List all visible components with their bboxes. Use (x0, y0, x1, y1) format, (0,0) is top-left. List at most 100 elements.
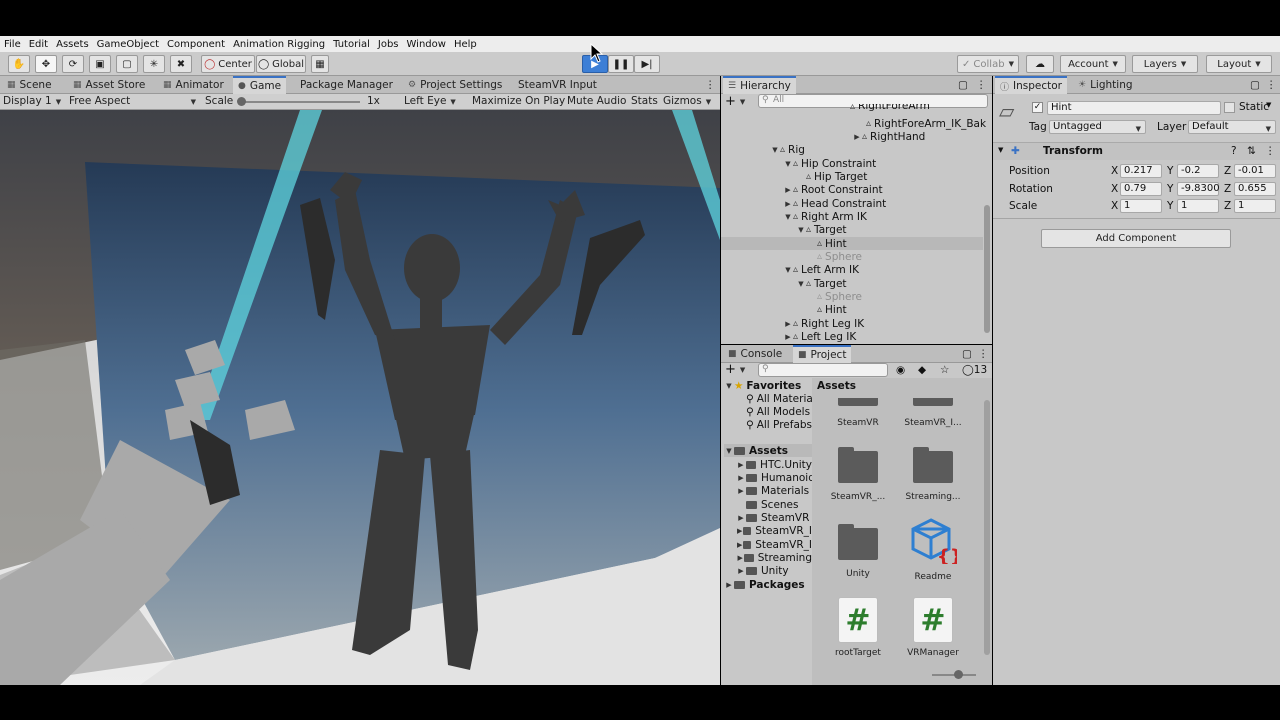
panel-menu-icon[interactable]: ⋮ (973, 345, 994, 363)
packages-root[interactable]: ▶ Packages (724, 578, 804, 591)
hierarchy-row[interactable]: ▶ ▵ RightHand (852, 130, 925, 143)
tab-lighting[interactable]: ☀ Lighting (1073, 76, 1138, 94)
tab-game[interactable]: ● Game (233, 76, 287, 94)
transform-tool-icon[interactable]: ✳ (143, 55, 165, 73)
chevron-right-icon[interactable]: ▶ (724, 581, 734, 589)
hierarchy-scrollbar[interactable] (984, 205, 990, 333)
asset-tile-folder[interactable]: SteamVR_... (823, 447, 893, 502)
tab-hierarchy[interactable]: ☰ Hierarchy (723, 76, 796, 94)
pivot-center-toggle[interactable]: ◯ Center (201, 55, 255, 73)
rect-tool-icon[interactable]: ▢ (116, 55, 138, 73)
scale-z-field[interactable]: 1 (1234, 199, 1276, 213)
rotation-y-field[interactable]: -9.8300 (1177, 182, 1220, 196)
layout-dropdown[interactable]: Layout ▼ (1206, 55, 1272, 73)
chevron-down-icon[interactable]: ▼ (770, 146, 780, 154)
asset-folder[interactable]: ▶ SteamVR_I (736, 524, 812, 537)
chevron-down-icon[interactable]: ▼ (783, 160, 793, 168)
hierarchy-row[interactable]: ▼ ▵ Left Arm IK (783, 263, 859, 276)
favorite-item[interactable]: ⚲ All Materia (746, 392, 813, 405)
help-icon[interactable]: ? (1231, 145, 1237, 157)
chevron-down-icon[interactable]: ▼ (796, 280, 806, 288)
chevron-right-icon[interactable]: ▶ (852, 133, 862, 141)
hierarchy-row[interactable]: ▼ ▵ Target (796, 277, 846, 290)
hierarchy-row[interactable]: ▶ ▵ Right Leg IK (783, 317, 864, 330)
layer-dropdown[interactable]: Default ▼ (1188, 120, 1276, 134)
project-search-input[interactable]: ⚲ (758, 363, 888, 377)
tab-animator[interactable]: ▦ Animator (158, 76, 229, 94)
chevron-right-icon[interactable]: ▶ (783, 186, 793, 194)
pause-button[interactable]: ❚❚ (608, 55, 634, 73)
space-global-toggle[interactable]: ◯ Global (256, 55, 306, 73)
hierarchy-row[interactable]: ▶ ▵ Root Constraint (783, 183, 882, 196)
chevron-right-icon[interactable]: ▶ (736, 461, 746, 469)
scale-y-field[interactable]: 1 (1177, 199, 1219, 213)
chevron-right-icon[interactable]: ▶ (736, 567, 746, 575)
asset-tile-folder[interactable]: SteamVR_I... (898, 398, 968, 428)
hierarchy-row[interactable]: ▵ Sphere (817, 250, 862, 263)
chevron-down-icon[interactable]: ▼ (1266, 101, 1271, 109)
hierarchy-create-button[interactable]: + ▼ (725, 94, 745, 109)
tab-inspector[interactable]: ⓘ Inspector (995, 76, 1067, 94)
menu-jobs[interactable]: Jobs (378, 39, 399, 50)
move-tool-icon[interactable]: ✥ (35, 55, 57, 73)
favorites-header[interactable]: ▼ ★ Favorites (724, 379, 801, 392)
position-x-field[interactable]: 0.217 (1120, 164, 1162, 178)
lock-icon[interactable]: ▢ (953, 76, 973, 94)
assets-root[interactable]: ▼ Assets (724, 444, 812, 457)
chevron-down-icon[interactable]: ▼ (796, 226, 806, 234)
project-create-button[interactable]: + ▼ (725, 362, 745, 377)
collab-dropdown[interactable]: ✓ Collab ▼ (957, 55, 1019, 73)
transform-header[interactable]: ▼ ✚ Transform ? ⇅ ⋮ (993, 142, 1280, 160)
asset-tile-script[interactable]: # VRManager (898, 597, 968, 658)
rotation-x-field[interactable]: 0.79 (1120, 182, 1162, 196)
stats-toggle[interactable]: Stats (631, 95, 658, 107)
preset-icon[interactable]: ⇅ (1247, 145, 1256, 157)
object-name-field[interactable]: Hint (1047, 101, 1221, 115)
hierarchy-row[interactable]: ▵ Sphere (817, 290, 862, 303)
component-menu-icon[interactable]: ⋮ (1265, 145, 1276, 157)
menu-gameobject[interactable]: GameObject (97, 39, 159, 50)
rotation-z-field[interactable]: 0.655 (1234, 182, 1276, 196)
static-checkbox[interactable] (1224, 102, 1235, 113)
asset-folder[interactable]: ▶ Materials (736, 484, 809, 497)
mute-audio-toggle[interactable]: Mute Audio (567, 95, 626, 107)
chevron-right-icon[interactable]: ▶ (736, 474, 746, 482)
hierarchy-row[interactable]: ▵ RightForeArm_IK_Bak (866, 117, 986, 130)
layers-dropdown[interactable]: Layers ▼ (1132, 55, 1198, 73)
scale-slider-track[interactable] (240, 101, 360, 103)
asset-folder[interactable]: ▶ Unity (736, 564, 788, 577)
asset-folder[interactable]: ▶ HTC.Unity (736, 458, 812, 471)
menu-edit[interactable]: Edit (29, 39, 48, 50)
tab-project-settings[interactable]: ⚙ Project Settings (403, 76, 507, 94)
menu-component[interactable]: Component (167, 39, 225, 50)
search-by-label-icon[interactable]: ◆ (918, 363, 926, 376)
position-z-field[interactable]: -0.01 (1234, 164, 1276, 178)
chevron-right-icon[interactable]: ▶ (783, 333, 793, 341)
menu-assets[interactable]: Assets (56, 39, 89, 50)
hierarchy-row[interactable]: ▶ ▵ Head Constraint (783, 197, 886, 210)
aspect-dropdown[interactable]: Free Aspect ▼ (69, 95, 199, 107)
tab-project[interactable]: ■ Project (793, 345, 852, 363)
maximize-on-play-toggle[interactable]: Maximize On Play (472, 95, 565, 107)
step-button[interactable]: ▶| (634, 55, 660, 73)
menu-animation-rigging[interactable]: Animation Rigging (233, 39, 325, 50)
menu-window[interactable]: Window (407, 39, 446, 50)
chevron-down-icon[interactable]: ▼ (783, 266, 793, 274)
asset-tile-folder[interactable]: Streaming... (898, 447, 968, 502)
scale-x-field[interactable]: 1 (1120, 199, 1162, 213)
scale-tool-icon[interactable]: ▣ (89, 55, 111, 73)
asset-tile-folder[interactable]: Unity (823, 524, 893, 579)
cloud-button[interactable]: ☁ (1026, 55, 1054, 73)
gizmos-dropdown[interactable]: Gizmos ▼ (663, 95, 711, 107)
asset-tile-script[interactable]: # rootTarget (823, 597, 893, 658)
active-checkbox[interactable]: ✓ (1032, 102, 1043, 113)
hierarchy-row[interactable]: ▶ ▵ Left Leg IK (783, 330, 856, 343)
hand-tool-icon[interactable]: ✋ (8, 55, 30, 73)
account-dropdown[interactable]: Account ▼ (1060, 55, 1126, 73)
chevron-down-icon[interactable]: ▼ (783, 213, 793, 221)
asset-folder[interactable]: Scenes (746, 498, 798, 511)
eye-dropdown[interactable]: Left Eye ▼ (404, 95, 456, 107)
tab-steamvr-input[interactable]: SteamVR Input (513, 76, 602, 94)
favorite-item[interactable]: ⚲ All Models (746, 405, 810, 418)
tab-package-manager[interactable]: Package Manager (295, 76, 398, 94)
